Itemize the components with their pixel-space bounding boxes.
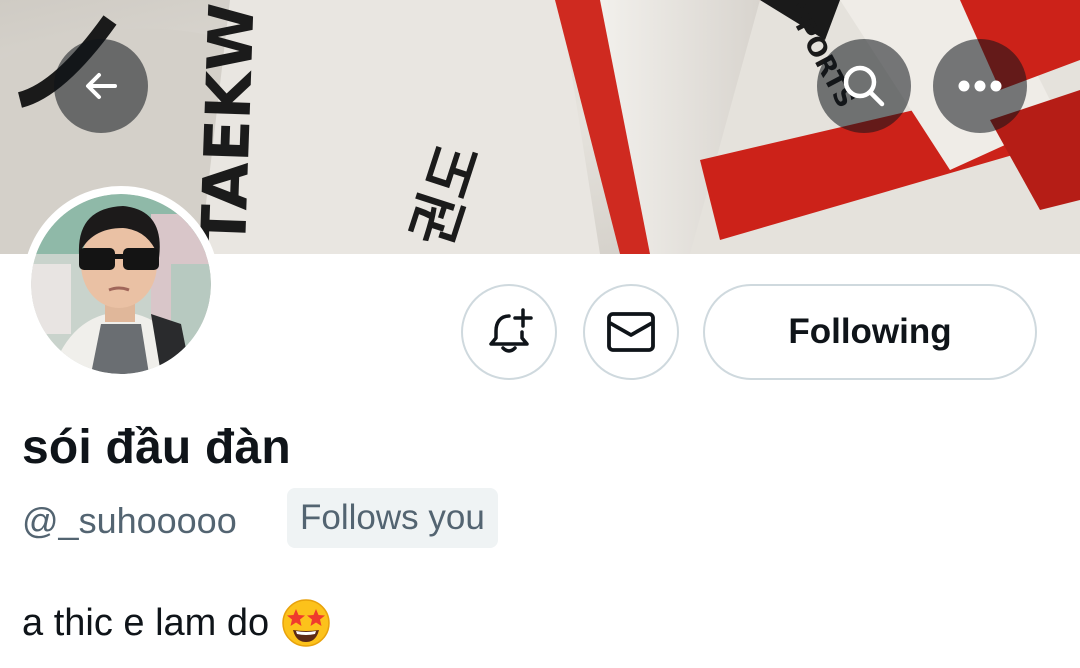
- back-button[interactable]: [54, 39, 148, 133]
- message-button[interactable]: [583, 284, 679, 380]
- follows-you-label: Follows you: [300, 498, 485, 537]
- profile-page: TAEKWONDO 권도 SPORTS Following sói đầu đà…: [0, 0, 1080, 668]
- bell-plus-icon: [489, 308, 533, 353]
- search-button[interactable]: [817, 39, 911, 133]
- bio: a thic e lam do: [22, 598, 331, 648]
- avatar-photo: [31, 194, 211, 374]
- bio-text: a thic e lam do: [22, 601, 270, 644]
- arrow-left-icon: [86, 73, 117, 99]
- notify-button[interactable]: [461, 284, 557, 380]
- following-button[interactable]: Following: [703, 284, 1037, 380]
- more-button[interactable]: [933, 39, 1027, 133]
- search-icon: [843, 65, 885, 107]
- display-name: sói đầu đàn: [22, 421, 291, 474]
- follows-you-badge: Follows you: [287, 488, 498, 548]
- more-dots-icon: [958, 80, 1002, 92]
- avatar[interactable]: [23, 186, 219, 382]
- envelope-icon: [607, 312, 655, 352]
- star-struck-emoji: [282, 599, 330, 647]
- handle: @_suhooooo: [22, 500, 237, 541]
- following-label: Following: [788, 312, 952, 351]
